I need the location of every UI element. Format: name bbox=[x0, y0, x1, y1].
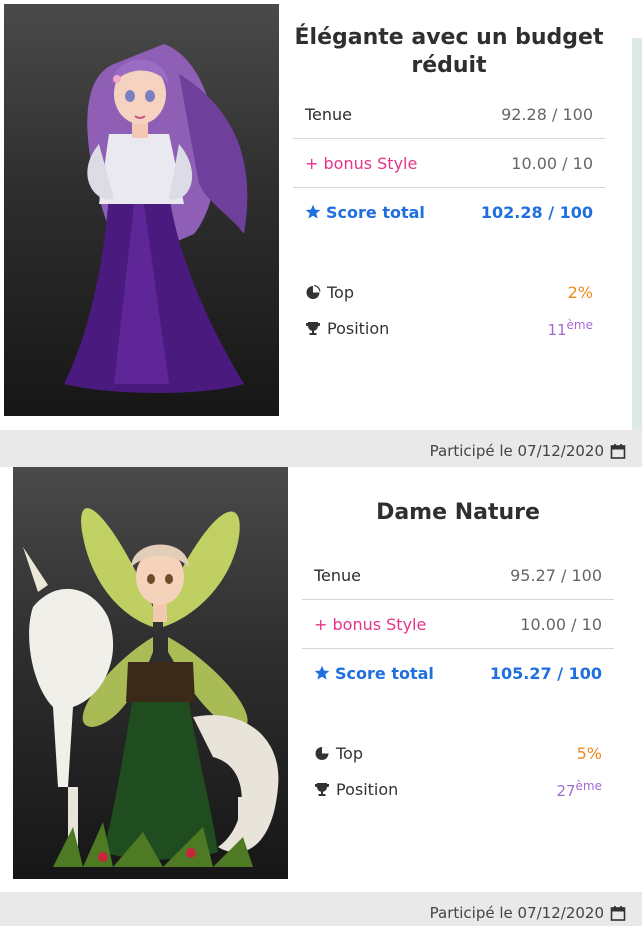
avatar-image bbox=[23, 508, 279, 867]
position-label: Position bbox=[314, 780, 398, 799]
position-label-text: Position bbox=[336, 779, 399, 799]
avatar-portrait[interactable] bbox=[4, 4, 279, 416]
position-row: Position 11ème bbox=[305, 310, 593, 346]
top-value: 5% bbox=[576, 743, 602, 763]
position-value: 27ème bbox=[556, 779, 602, 800]
bonus-value: 10.00 / 10 bbox=[511, 153, 593, 173]
entry-title: Élégante avec un budget réduit bbox=[294, 25, 604, 78]
calendar-icon bbox=[610, 906, 626, 921]
calendar-icon bbox=[610, 444, 626, 459]
outfit-value: 92.28 / 100 bbox=[501, 104, 593, 124]
total-label-text: Score total bbox=[326, 202, 425, 222]
position-row: Position 27ème bbox=[314, 771, 602, 807]
outfit-score-row: Tenue 92.28 / 100 bbox=[293, 90, 605, 139]
side-strip bbox=[632, 38, 642, 430]
total-value: 105.27 / 100 bbox=[489, 663, 602, 683]
star-icon bbox=[314, 665, 330, 680]
trophy-icon bbox=[306, 322, 320, 335]
top-row: Top 2% bbox=[305, 274, 593, 310]
outfit-label: Tenue bbox=[305, 104, 353, 124]
position-value: 11ème bbox=[547, 318, 593, 339]
bonus-score-row: + bonus Style 10.00 / 10 bbox=[302, 600, 614, 649]
top-row: Top 5% bbox=[314, 735, 602, 771]
position-label: Position bbox=[305, 319, 389, 338]
top-label: Top bbox=[305, 283, 354, 302]
position-number: 27 bbox=[556, 781, 576, 800]
ranking-stats: Top 5% Position 27ème bbox=[302, 735, 614, 807]
entry-footer: Participé le 07/12/2020 bbox=[0, 892, 642, 926]
position-suffix: ème bbox=[566, 317, 593, 332]
total-score-row: Score total 102.28 / 100 bbox=[293, 188, 605, 236]
pie-chart-icon bbox=[306, 285, 321, 299]
top-label-text: Top bbox=[327, 282, 354, 302]
entry-footer: Participé le 07/12/2020 bbox=[0, 430, 642, 467]
bonus-value: 10.00 / 10 bbox=[520, 614, 602, 634]
entry-title: Dame Nature bbox=[376, 500, 540, 525]
bonus-score-row: + bonus Style 10.00 / 10 bbox=[293, 139, 605, 188]
position-number: 11 bbox=[547, 320, 567, 339]
score-table: Tenue 95.27 / 100 + bonus Style 10.00 / … bbox=[302, 551, 614, 697]
position-label-text: Position bbox=[327, 318, 390, 338]
ranking-stats: Top 2% Position 11ème bbox=[293, 274, 605, 346]
total-label: Score total bbox=[314, 664, 434, 683]
trophy-icon bbox=[315, 783, 329, 796]
participation-date: Participé le 07/12/2020 bbox=[429, 904, 604, 922]
position-suffix: ème bbox=[575, 778, 602, 793]
score-table: Tenue 92.28 / 100 + bonus Style 10.00 / … bbox=[293, 90, 605, 236]
participation-date: Participé le 07/12/2020 bbox=[429, 442, 604, 460]
total-value: 102.28 / 100 bbox=[480, 202, 593, 222]
top-value: 2% bbox=[567, 282, 593, 302]
entry-card: Élégante avec un budget réduit Tenue 92.… bbox=[0, 0, 632, 430]
total-label: Score total bbox=[305, 203, 425, 222]
avatar-image bbox=[64, 44, 248, 393]
top-label: Top bbox=[314, 744, 363, 763]
outfit-score-row: Tenue 95.27 / 100 bbox=[302, 551, 614, 600]
bonus-label: + bonus Style bbox=[305, 153, 418, 173]
top-label-text: Top bbox=[336, 743, 363, 763]
score-panel: Dame Nature Tenue 95.27 / 100 + bonus St… bbox=[302, 467, 614, 807]
score-panel: Élégante avec un budget réduit Tenue 92.… bbox=[293, 0, 605, 346]
total-score-row: Score total 105.27 / 100 bbox=[302, 649, 614, 697]
outfit-value: 95.27 / 100 bbox=[510, 565, 602, 585]
pie-chart-icon bbox=[315, 747, 329, 760]
bonus-label: + bonus Style bbox=[314, 614, 427, 634]
total-label-text: Score total bbox=[335, 663, 434, 683]
entry-card: Dame Nature Tenue 95.27 / 100 + bonus St… bbox=[6, 467, 642, 892]
participation-entry: Dame Nature Tenue 95.27 / 100 + bonus St… bbox=[0, 467, 642, 926]
avatar-portrait[interactable] bbox=[13, 467, 288, 879]
star-icon bbox=[305, 204, 321, 219]
participation-entry: Élégante avec un budget réduit Tenue 92.… bbox=[0, 0, 642, 467]
outfit-label: Tenue bbox=[314, 565, 362, 585]
